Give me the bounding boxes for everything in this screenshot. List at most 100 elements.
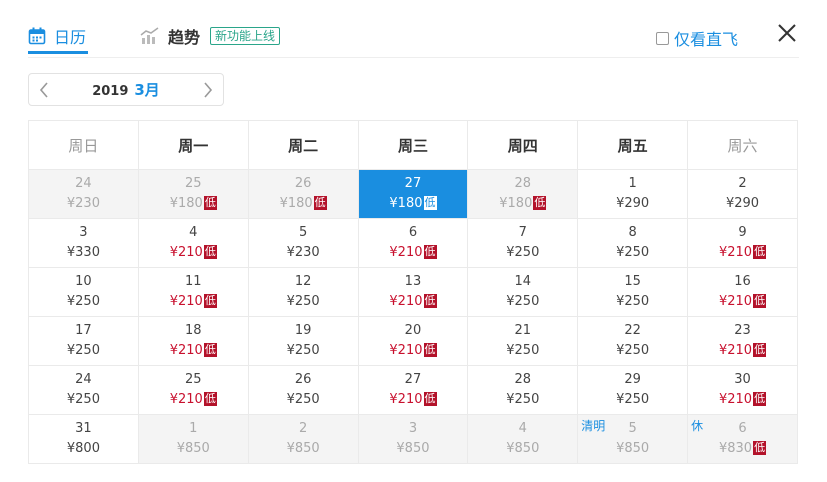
calendar-day-cell[interactable]: 24 ¥230: [28, 169, 139, 219]
day-price: ¥230: [66, 196, 100, 211]
calendar-day-cell[interactable]: 17 ¥250: [28, 316, 139, 366]
calendar-day-cell[interactable]: 3 ¥330: [28, 218, 139, 268]
day-number: 28: [514, 176, 532, 191]
weekday-header: 周三: [357, 120, 469, 170]
day-price: ¥250: [616, 245, 650, 260]
calendar-day-cell[interactable]: 4 ¥850: [467, 414, 579, 464]
day-price: ¥180: [389, 196, 423, 211]
day-number: 4: [189, 225, 198, 240]
holiday-label: 清明: [581, 419, 606, 433]
low-price-badge: 低: [423, 245, 437, 259]
day-price: ¥210: [389, 245, 423, 260]
calendar-day-cell[interactable]: 2 ¥290: [687, 169, 798, 219]
weekday-header: 周二: [247, 120, 359, 170]
day-number: 26: [294, 176, 312, 191]
day-number: 24: [75, 176, 92, 191]
day-price: ¥250: [286, 343, 320, 358]
close-icon[interactable]: [776, 22, 798, 44]
tab-trend[interactable]: 趋势 新功能上线: [140, 22, 281, 50]
calendar-day-cell[interactable]: 24 ¥250: [28, 365, 139, 415]
day-price: ¥250: [506, 245, 540, 260]
calendar-day-cell[interactable]: 26 ¥250: [247, 365, 359, 415]
day-number: 13: [404, 274, 422, 289]
calendar-day-cell[interactable]: 15 ¥250: [577, 267, 689, 317]
day-number: 19: [294, 323, 312, 338]
day-number: 1: [628, 176, 637, 191]
calendar-day-cell[interactable]: 休 6 ¥830 低: [687, 414, 798, 464]
chevron-right-icon[interactable]: [201, 80, 215, 100]
calendar-day-cell[interactable]: 25 ¥210 低: [137, 365, 249, 415]
day-price: ¥250: [616, 294, 650, 309]
calendar-day-cell[interactable]: 13 ¥210 低: [357, 267, 469, 317]
calendar-day-cell[interactable]: 5 ¥230: [247, 218, 359, 268]
calendar-week-row: 10 ¥250 11 ¥210 低 12 ¥250 13 ¥210 低 14 ¥250 15 ¥250 16…: [28, 267, 798, 317]
day-price: ¥180: [499, 196, 533, 211]
day-price-wrap: ¥850: [578, 439, 687, 459]
day-price-wrap: ¥210 低: [688, 292, 797, 312]
low-price-badge: 低: [423, 392, 437, 406]
calendar-day-cell[interactable]: 21 ¥250: [467, 316, 579, 366]
calendar-day-cell[interactable]: 16 ¥210 低: [687, 267, 798, 317]
calendar-day-cell[interactable]: 9 ¥210 低: [687, 218, 798, 268]
calendar-day-cell[interactable]: 11 ¥210 低: [137, 267, 249, 317]
day-number: 18: [184, 323, 202, 338]
calendar-day-cell[interactable]: 28 ¥250: [467, 365, 579, 415]
day-number: 5: [298, 225, 308, 240]
calendar-day-cell[interactable]: 14 ¥250: [467, 267, 579, 317]
day-price-wrap: ¥210 低: [139, 243, 248, 263]
calendar-day-cell[interactable]: 12 ¥250: [247, 267, 359, 317]
low-price-badge: 低: [203, 392, 217, 406]
calendar-day-cell[interactable]: 7 ¥250: [467, 218, 579, 268]
calendar-day-cell[interactable]: 18 ¥210 低: [137, 316, 249, 366]
calendar-day-cell[interactable]: 清明 5 ¥850: [577, 414, 689, 464]
direct-only-filter[interactable]: 仅看直飞: [656, 26, 738, 50]
day-number: 12: [294, 274, 312, 289]
calendar-week-row: 31 ¥800 1 ¥850 2 ¥850 3 ¥850 4 ¥850 清明 5 ¥850 休 6 ¥830 低: [28, 414, 798, 464]
day-price-wrap: ¥210 低: [359, 390, 468, 410]
calendar-day-cell[interactable]: 30 ¥210 低: [687, 365, 798, 415]
day-number: 21: [514, 323, 532, 338]
day-price-wrap: ¥230: [249, 243, 358, 263]
day-price: ¥210: [169, 343, 203, 358]
current-month: 2019 3月: [92, 79, 160, 100]
calendar-day-cell[interactable]: 2 ¥850: [247, 414, 359, 464]
day-number: 2: [738, 176, 747, 191]
chevron-left-icon[interactable]: [37, 80, 51, 100]
day-number: 14: [514, 274, 532, 289]
low-price-badge: 低: [203, 294, 217, 308]
day-price: ¥210: [169, 245, 203, 260]
low-price-badge: 低: [753, 343, 767, 357]
calendar-day-cell[interactable]: 27 ¥180 低: [357, 169, 469, 219]
calendar-day-cell[interactable]: 3 ¥850: [357, 414, 469, 464]
calendar-day-cell[interactable]: 23 ¥210 低: [687, 316, 798, 366]
active-tab-indicator: [28, 51, 88, 54]
day-price: ¥250: [286, 294, 320, 309]
calendar-day-cell[interactable]: 26 ¥180 低: [247, 169, 359, 219]
calendar-day-cell[interactable]: 8 ¥250: [577, 218, 689, 268]
calendar-day-cell[interactable]: 1 ¥850: [137, 414, 249, 464]
direct-only-checkbox[interactable]: [656, 31, 669, 45]
calendar-day-cell[interactable]: 20 ¥210 低: [357, 316, 469, 366]
calendar-day-cell[interactable]: 4 ¥210 低: [137, 218, 249, 268]
weekday-header: 周六: [687, 120, 798, 170]
low-price-badge: 低: [753, 392, 767, 406]
calendar-day-cell[interactable]: 27 ¥210 低: [357, 365, 469, 415]
calendar-day-cell[interactable]: 25 ¥180 低: [137, 169, 249, 219]
calendar-day-cell[interactable]: 1 ¥290: [577, 169, 689, 219]
calendar-day-cell[interactable]: 22 ¥250: [577, 316, 689, 366]
day-price-wrap: ¥250: [249, 390, 358, 410]
day-number: 24: [75, 372, 92, 387]
day-price-wrap: ¥210 低: [359, 243, 468, 263]
day-price: ¥250: [286, 392, 320, 407]
calendar-day-cell[interactable]: 28 ¥180 低: [467, 169, 579, 219]
calendar-day-cell[interactable]: 31 ¥800: [28, 414, 139, 464]
calendar-day-cell[interactable]: 10 ¥250: [28, 267, 139, 317]
day-number: 27: [404, 176, 422, 191]
calendar-day-cell[interactable]: 29 ¥250: [577, 365, 689, 415]
calendar-day-cell[interactable]: 6 ¥210 低: [357, 218, 469, 268]
tab-calendar-label: 日历: [54, 28, 87, 47]
tab-calendar[interactable]: 日历: [28, 22, 86, 50]
weekday-header: 周日: [28, 120, 139, 170]
calendar-day-cell[interactable]: 19 ¥250: [247, 316, 359, 366]
day-price-wrap: ¥290: [688, 194, 797, 214]
